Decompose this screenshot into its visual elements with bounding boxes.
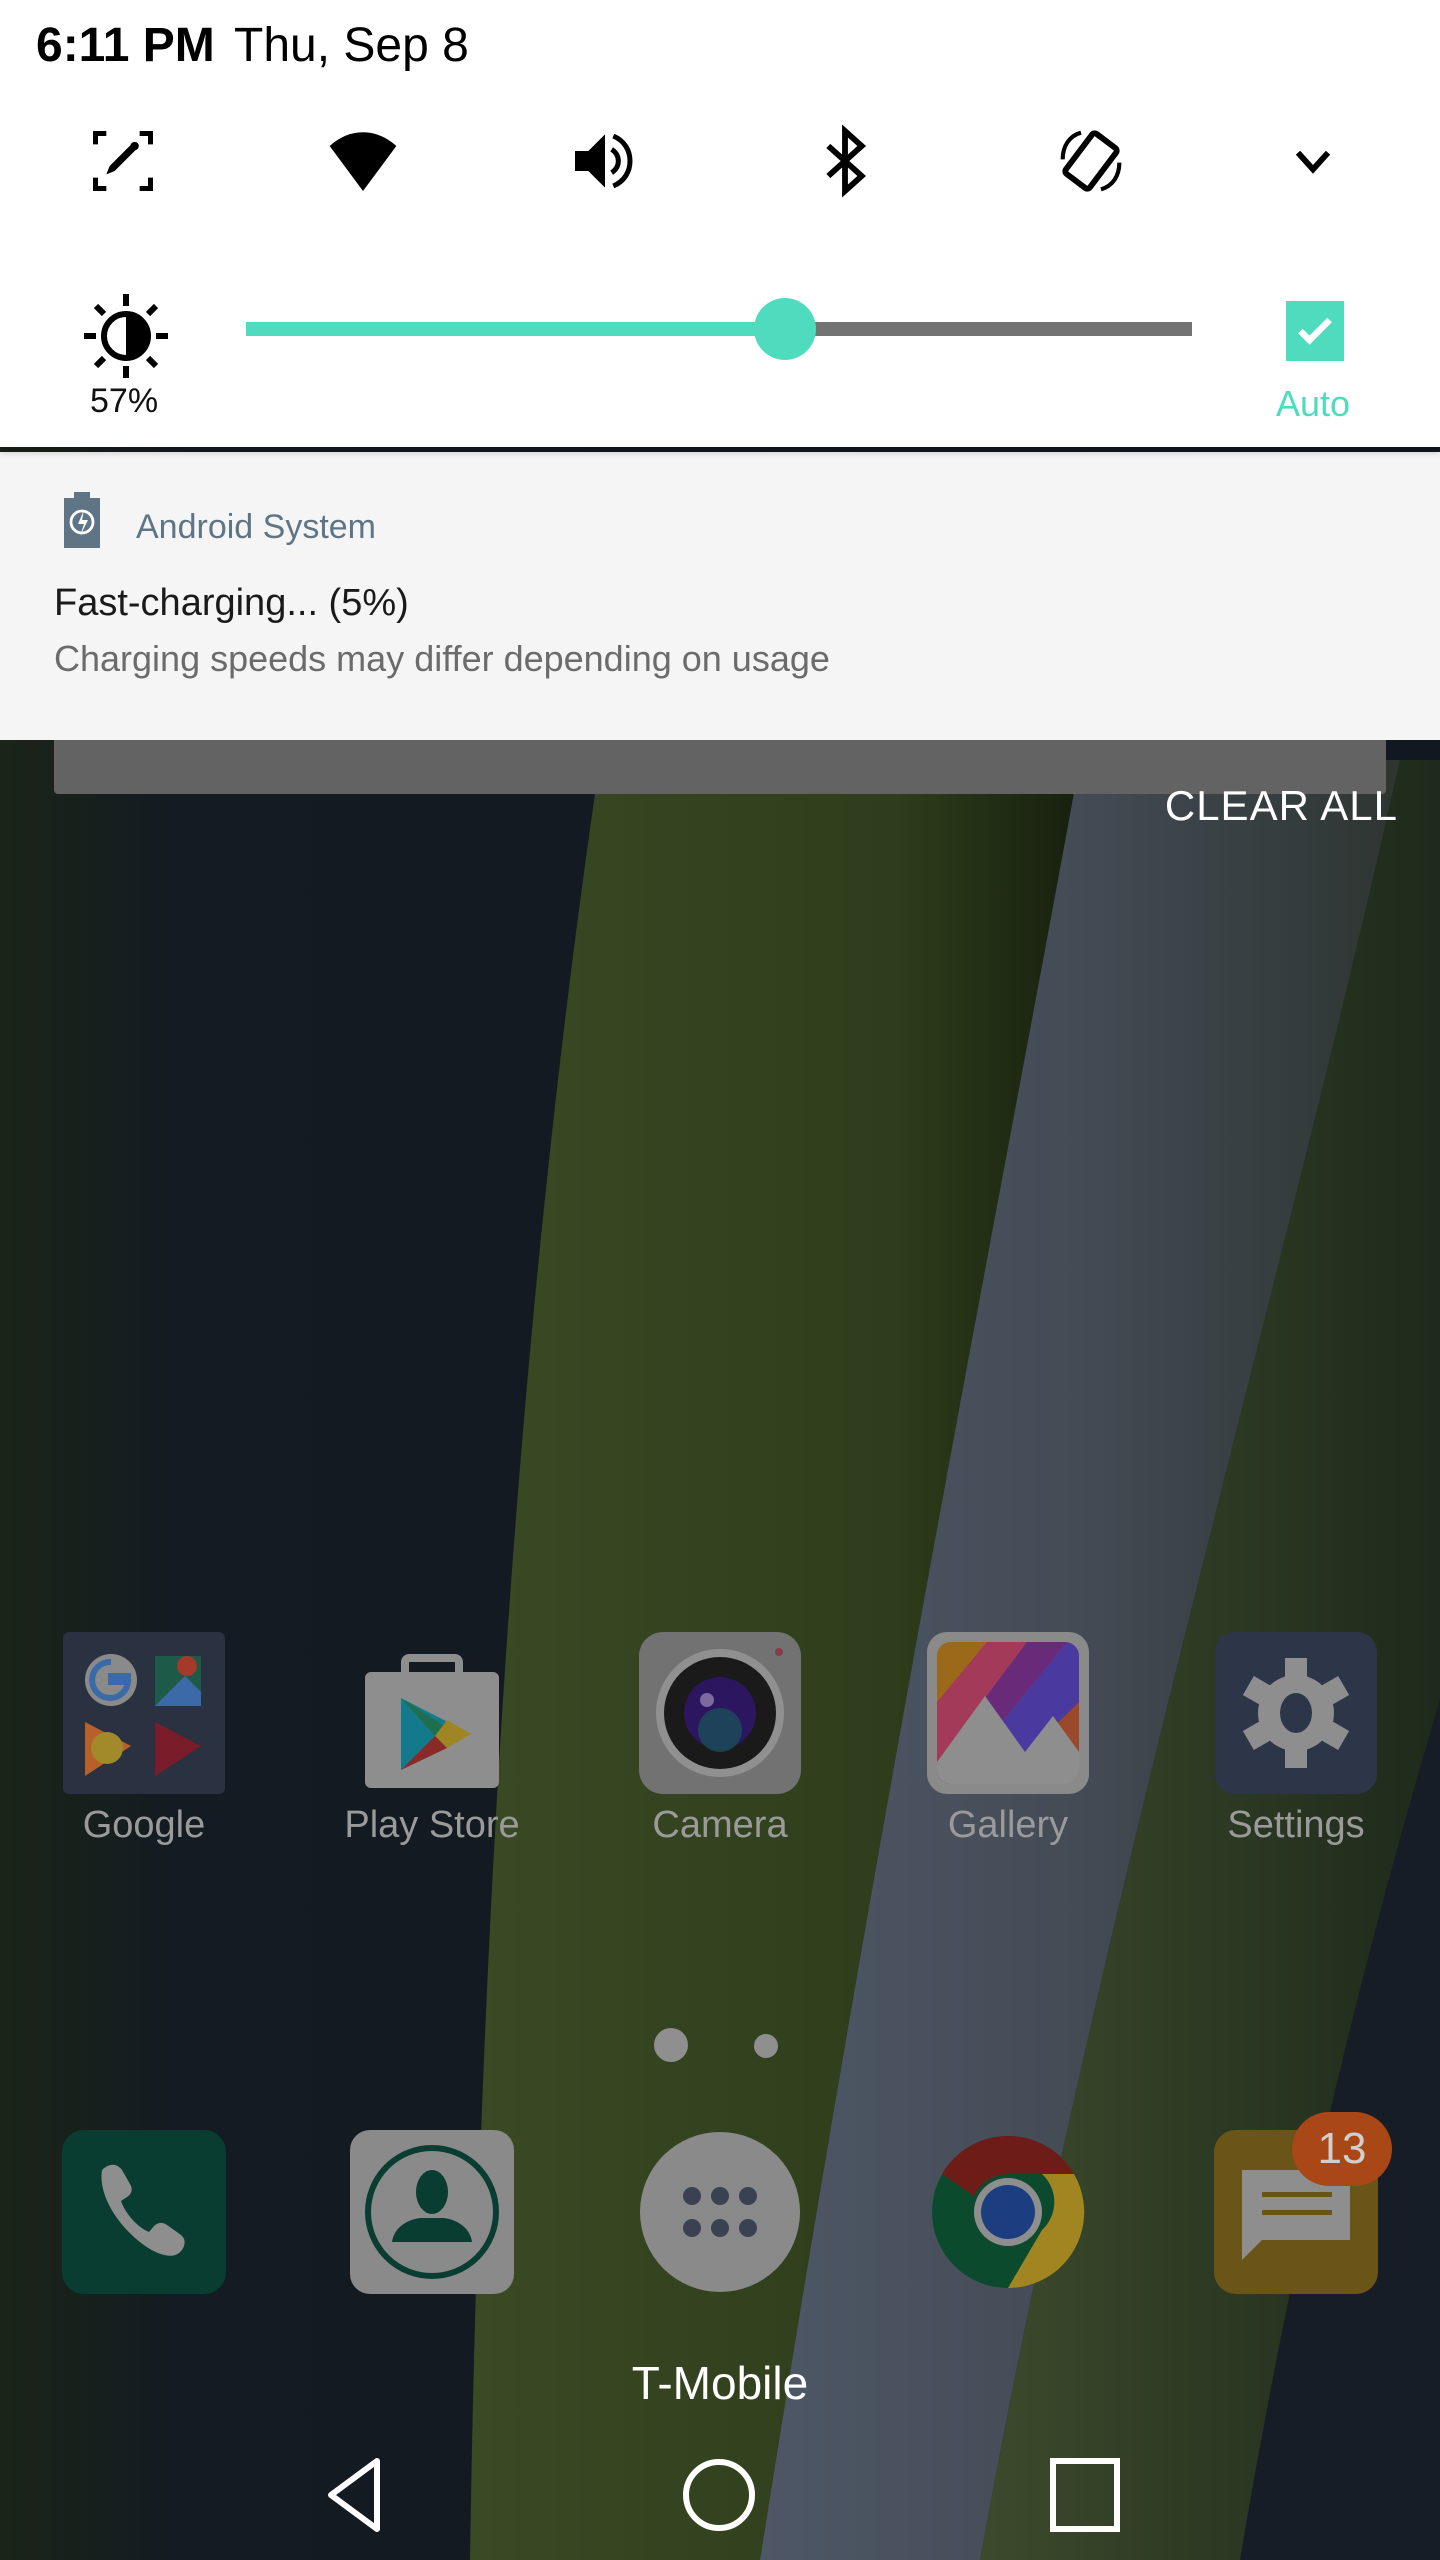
nav-recents-button[interactable] [1030,2440,1140,2550]
rotate-icon [1060,130,1122,192]
nav-home-button[interactable] [664,2440,774,2550]
app-label: Gallery [947,1804,1069,1846]
app-gallery[interactable]: Gallery [918,1632,1098,1847]
app-settings[interactable]: Settings [1206,1632,1386,1847]
bluetooth-icon [826,124,867,198]
back-icon [328,2458,380,2532]
quick-settings-panel: 6:11 PM Thu, Sep 8 57% Auto [0,0,1440,447]
dock-phone[interactable] [62,2130,226,2294]
slider-fill [246,322,786,336]
brightness-icon [84,294,168,378]
dock-messages[interactable]: 13 [1214,2112,1392,2294]
notification-title: Fast-charging... (5%) [54,582,409,624]
wifi-icon [329,132,397,191]
tile-sound[interactable] [560,116,650,206]
nav-back-button[interactable] [298,2440,408,2550]
phone-icon [62,2130,226,2294]
tile-bluetooth[interactable] [800,116,890,206]
volume-icon [575,133,633,189]
notification-app-name: Android System [136,508,376,546]
app-label: Camera [652,1804,788,1846]
google-folder-icon [63,1632,225,1794]
carrier-label: T-Mobile [631,2357,809,2409]
app-label: Settings [1227,1804,1365,1846]
play-store-icon [351,1632,513,1794]
date: Thu, Sep 8 [234,19,469,72]
recents-icon [1050,2458,1120,2532]
capture-edit-icon [93,131,153,191]
clear-all-button[interactable]: CLEAR ALL [1165,782,1398,830]
clock-time: 6:11 PM [36,19,215,72]
app-play-store[interactable]: Play Store [342,1632,522,1847]
brightness-slider[interactable] [246,298,1192,360]
expand-quick-settings[interactable] [1268,116,1358,206]
dock-chrome[interactable] [926,2130,1090,2294]
auto-brightness-checkbox[interactable] [1286,301,1344,361]
app-label: Play Store [344,1804,520,1846]
home-icon [683,2459,755,2531]
app-google-folder[interactable]: Google [54,1632,234,1847]
tile-screen-capture[interactable] [78,116,168,206]
dock-app-drawer[interactable] [638,2130,802,2294]
battery-charging-icon [64,492,100,548]
auto-brightness-label: Auto [1276,383,1351,424]
tile-auto-rotate[interactable] [1046,116,1136,206]
checkmark-icon [1298,317,1332,345]
chevron-down-icon [1295,150,1331,174]
chrome-icon [932,2135,1085,2289]
dock-contacts[interactable] [350,2130,514,2294]
slider-thumb[interactable] [754,298,817,360]
settings-gear-icon [1215,1632,1377,1794]
brightness-percent: 57% [90,382,159,420]
unread-badge: 13 [1292,2112,1392,2186]
app-drawer-icon [640,2132,800,2292]
app-label: Google [82,1804,206,1846]
notification-body: Charging speeds may differ depending on … [54,638,830,679]
contacts-icon [350,2130,514,2294]
app-camera[interactable]: Camera [630,1632,810,1847]
tile-wifi[interactable] [318,116,408,206]
notification-card[interactable]: Android System Fast-charging... (5%) Cha… [0,452,1440,740]
camera-icon [639,1632,801,1794]
page-dot-current[interactable] [654,2028,688,2062]
gallery-icon [927,1632,1089,1794]
page-dot[interactable] [754,2034,778,2058]
